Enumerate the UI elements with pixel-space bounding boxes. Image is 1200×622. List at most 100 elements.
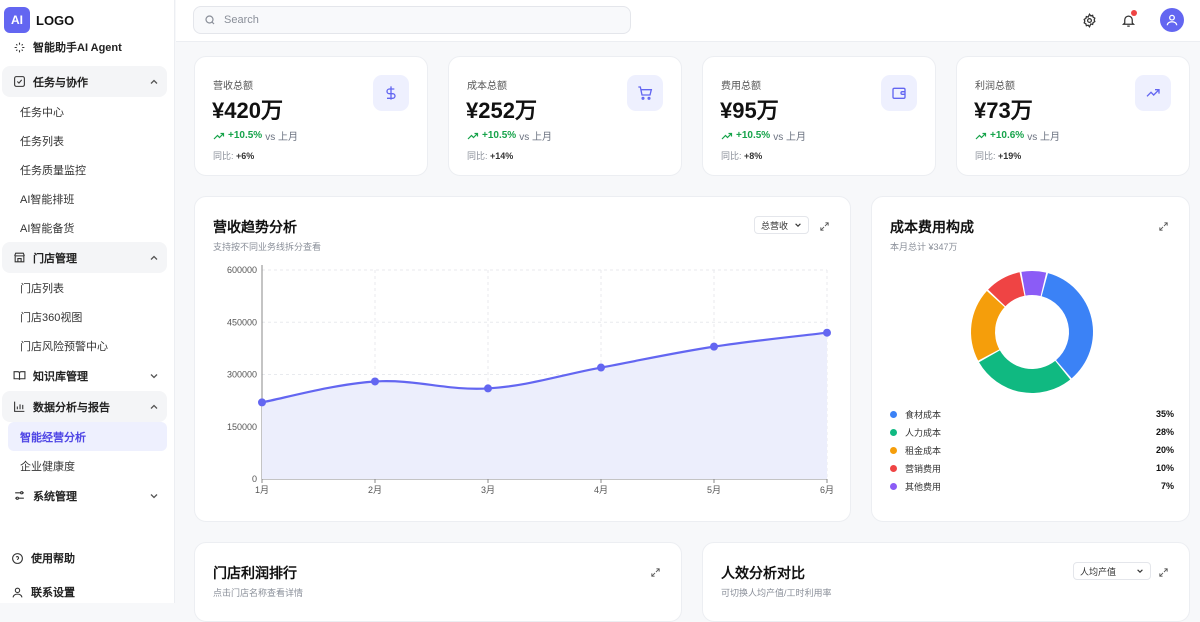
card-title: 门店利润排行 — [213, 565, 297, 581]
legend-swatch — [890, 410, 897, 418]
sparkle-icon — [12, 40, 26, 54]
sidebar-item-store-risk[interactable]: 门店风险预警中心 — [0, 331, 175, 360]
y-tick-label: 150000 — [227, 422, 257, 432]
card-subtitle: 本月总计 ¥347万 — [890, 242, 958, 252]
expand-button[interactable] — [1157, 220, 1169, 232]
kpi-change-value: +10.6% — [990, 130, 1025, 141]
select-value: 人均产值 — [1080, 566, 1117, 577]
kpi-value: ¥95万 — [720, 98, 779, 123]
cart-icon — [627, 75, 663, 111]
search-input[interactable] — [224, 14, 604, 26]
settings-button[interactable] — [1080, 11, 1098, 29]
donut-slice — [1021, 271, 1047, 297]
legend-value: 20% — [1155, 445, 1174, 455]
y-tick-label: 0 — [252, 474, 257, 484]
sidebar-group-label: 门店管理 — [33, 252, 77, 265]
sidebar-item-task-list[interactable]: 任务列表 — [0, 126, 175, 155]
sliders-icon — [12, 489, 26, 503]
sidebar-item-label: 企业健康度 — [20, 460, 75, 473]
sidebar-group-system[interactable]: 系统管理 — [2, 480, 167, 511]
chevron-up-icon — [150, 255, 158, 260]
sidebar-group-analytics[interactable]: 数据分析与报告 — [2, 391, 167, 422]
dollar-icon — [373, 75, 409, 111]
sidebar: AI LOGO 智能助手AI Agent 任务与协作 任务中心 任务列表 任务质… — [0, 0, 175, 603]
gear-icon — [1082, 12, 1096, 28]
kpi-label: 利润总额 — [975, 81, 1015, 92]
y-tick-label: 300000 — [227, 370, 257, 380]
sidebar-item-help[interactable]: 使用帮助 — [0, 544, 175, 572]
kpi-change-value: +10.5% — [736, 130, 771, 141]
store-icon — [12, 251, 26, 265]
search-box[interactable] — [193, 6, 631, 34]
donut-slice — [971, 290, 1005, 361]
kpi-yoy-label: 同比: — [721, 151, 742, 161]
sidebar-item-store-list[interactable]: 门店列表 — [0, 273, 175, 302]
x-tick-label: 6月 — [820, 485, 834, 495]
kpi-yoy: 同比: +19% — [975, 149, 1021, 162]
logo[interactable]: AI LOGO — [4, 7, 74, 33]
logo-mark: AI — [4, 7, 30, 33]
kpi-change-period: vs 上月 — [773, 132, 806, 143]
sidebar-item-label: 智能助手AI Agent — [33, 42, 122, 54]
donut-slice — [979, 350, 1071, 393]
card-subtitle: 可切换人均产值/工时利用率 — [721, 588, 832, 598]
sidebar-group-tasks[interactable]: 任务与协作 — [2, 66, 167, 97]
logo-text: LOGO — [36, 12, 75, 28]
kpi-change-period: vs 上月 — [519, 132, 552, 143]
expand-icon — [650, 567, 660, 577]
cost-composition-card: 成本费用构成 本月总计 ¥347万 食材成本 35% 人力成本 28% 租金成本 20% 营… — [871, 196, 1190, 522]
search-icon — [205, 15, 215, 25]
chevron-down-icon — [150, 373, 158, 378]
trend-up-icon — [721, 132, 733, 139]
efficiency-metric-select[interactable]: 人均产值 — [1073, 562, 1151, 580]
expand-icon — [1158, 221, 1168, 231]
chevron-down-icon — [1137, 569, 1143, 573]
sidebar-item-task-quality[interactable]: 任务质量监控 — [0, 155, 175, 184]
kpi-change: +10.5% vs 上月 — [721, 128, 806, 143]
sidebar-item-business-analysis[interactable]: 智能经营分析 — [8, 422, 167, 451]
sidebar-item-store-360[interactable]: 门店360视图 — [0, 302, 175, 331]
x-tick-label: 3月 — [481, 485, 495, 495]
sidebar-item-ai-schedule[interactable]: AI智能排班 — [0, 184, 175, 213]
donut-slice — [1041, 273, 1093, 379]
avatar[interactable] — [1160, 8, 1184, 32]
sidebar-item-label: 门店列表 — [20, 282, 64, 295]
sidebar-item-ai-agent[interactable]: 智能助手AI Agent — [2, 36, 167, 58]
trend-up-icon — [213, 132, 225, 139]
sidebar-group-label: 数据分析与报告 — [33, 401, 110, 414]
sidebar-item-label: 任务质量监控 — [20, 164, 86, 177]
kpi-change: +10.5% vs 上月 — [467, 128, 552, 143]
sidebar-item-enterprise-health[interactable]: 企业健康度 — [0, 451, 175, 480]
kpi-yoy: 同比: +14% — [467, 149, 513, 162]
kpi-card-revenue: 营收总额 ¥420万 +10.5% vs 上月 同比: +6% — [194, 56, 428, 176]
kpi-change-value: +10.5% — [482, 130, 517, 141]
legend-value: 28% — [1155, 427, 1174, 437]
legend-swatch — [890, 464, 897, 472]
sidebar-item-label: 联系设置 — [31, 587, 75, 599]
sidebar-item-contact-settings[interactable]: 联系设置 — [0, 578, 175, 606]
sidebar-item-task-center[interactable]: 任务中心 — [0, 97, 175, 126]
efficiency-comparison-card: 人效分析对比 可切换人均产值/工时利用率 人均产值 — [702, 542, 1190, 622]
data-point — [484, 384, 492, 393]
card-title: 人效分析对比 — [721, 565, 805, 581]
notifications-button[interactable] — [1119, 10, 1137, 29]
expand-button[interactable] — [649, 566, 661, 578]
legend-swatch — [890, 446, 897, 454]
store-profit-ranking-card: 门店利润排行 点击门店名称查看详情 — [194, 542, 682, 622]
sidebar-item-label: AI智能备货 — [20, 222, 75, 235]
trend-up-icon — [975, 132, 987, 139]
sidebar-item-label: 智能经营分析 — [20, 431, 86, 444]
sidebar-group-knowledge[interactable]: 知识库管理 — [2, 360, 167, 391]
trend-up-icon — [467, 132, 479, 139]
topbar — [176, 0, 1200, 42]
expand-button[interactable] — [1157, 566, 1169, 578]
expand-icon — [1158, 567, 1168, 577]
kpi-yoy-label: 同比: — [213, 151, 234, 161]
y-tick-label: 450000 — [227, 317, 257, 327]
x-tick-label: 4月 — [594, 485, 608, 495]
sidebar-item-ai-stock[interactable]: AI智能备货 — [0, 213, 175, 242]
kpi-yoy: 同比: +6% — [213, 149, 254, 162]
legend-item: 食材成本 35% — [890, 407, 1174, 421]
sidebar-group-stores[interactable]: 门店管理 — [2, 242, 167, 273]
kpi-label: 营收总额 — [213, 81, 253, 92]
